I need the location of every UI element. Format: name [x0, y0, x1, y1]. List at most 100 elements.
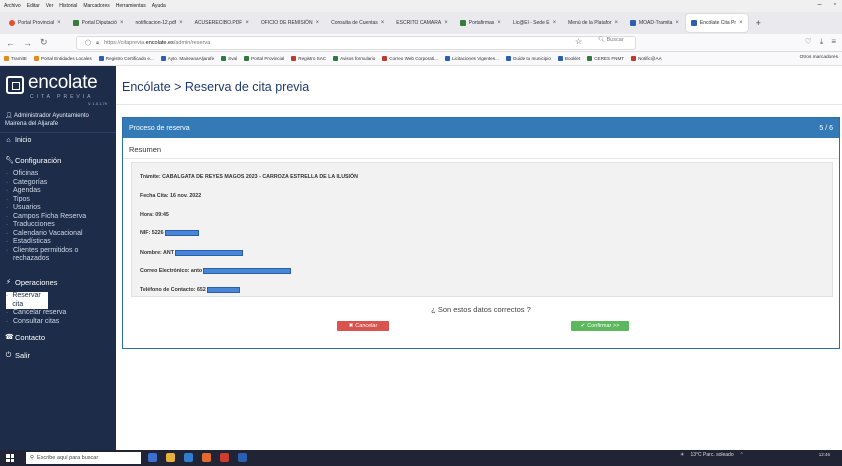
nav-calendario[interactable]: ◦ Calendario Vacacional: [6, 230, 114, 239]
nav-contacto[interactable]: ☎ Contacto: [5, 333, 45, 342]
acrobat-icon[interactable]: [220, 453, 229, 462]
folder-icon[interactable]: [166, 453, 175, 462]
close-tab-icon[interactable]: ×: [57, 20, 61, 26]
back-icon[interactable]: ←: [6, 38, 15, 48]
field-telefono: Teléfono de Contacto: 652: [140, 287, 240, 293]
section-configuracion[interactable]: 🔧︎ Configuración: [5, 156, 61, 165]
bookmark-item[interactable]: Portal Provincial: [244, 56, 284, 61]
menu-editar[interactable]: Editar: [27, 3, 40, 9]
new-tab-button[interactable]: +: [750, 18, 767, 28]
close-tab-icon[interactable]: ×: [120, 20, 124, 26]
site-icon: [629, 20, 636, 26]
tab-8[interactable]: Lic@El - Sede E ×: [508, 14, 561, 32]
windows-start-icon[interactable]: [6, 454, 14, 462]
tab-6[interactable]: ESCRITO CAMARA ×: [391, 14, 452, 32]
bookmark-item[interactable]: Notific@AA: [631, 56, 662, 61]
close-tab-icon[interactable]: ×: [553, 20, 557, 26]
close-tab-icon[interactable]: ×: [179, 20, 183, 26]
close-tab-icon[interactable]: ×: [444, 20, 448, 26]
network-icon[interactable]: ⌃: [740, 452, 744, 458]
nav-clientes[interactable]: ◦ Clientes permitidos o: [6, 247, 114, 256]
cancel-button[interactable]: ✖ Cancelar: [337, 321, 389, 331]
bookmark-item[interactable]: Registro Certificado e...: [98, 56, 154, 61]
bookmark-item[interactable]: Registro SAC: [291, 56, 326, 61]
close-tab-icon[interactable]: ×: [245, 20, 249, 26]
logo-mark-icon: [6, 76, 24, 94]
bookmark-item[interactable]: Booklet: [557, 56, 580, 61]
bookmark-item[interactable]: Ayto. MaireanaAljarafe: [160, 56, 214, 61]
bookmark-item[interactable]: CERES FNMT: [587, 56, 624, 61]
nav-reservar-cita[interactable]: ◦ Reservar cita: [6, 292, 48, 309]
clock[interactable]: 12:46: [819, 452, 830, 458]
bookmark-item[interactable]: Portal Entidades Locales: [33, 56, 92, 61]
logo[interactable]: encolate CITA PREVIA V. 1.0.1.79: [6, 72, 110, 108]
tab-1[interactable]: Portal Diputació ×: [68, 14, 129, 32]
nav-estadisticas[interactable]: ◦ Estadísticas: [6, 238, 114, 247]
word-icon[interactable]: [238, 453, 247, 462]
nav-clientes-cont[interactable]: rechazados: [6, 255, 114, 264]
nav-consultar-citas[interactable]: ◦ Consultar citas: [6, 318, 114, 327]
menu-herramientas[interactable]: Herramientas: [116, 3, 146, 9]
close-tab-icon[interactable]: ×: [675, 20, 679, 26]
close-tab-icon[interactable]: ×: [381, 20, 385, 26]
nav-traducciones[interactable]: ◦ Traducciones: [6, 221, 114, 230]
bookmark-item[interactable]: Licitaciones Vigentes...: [444, 56, 499, 61]
app-icon[interactable]: [148, 453, 157, 462]
bookmark-item[interactable]: Avisos formulario: [333, 56, 375, 61]
tab-10[interactable]: MOAD-Tramita ×: [625, 14, 684, 32]
pocket-icon[interactable]: ♡: [805, 37, 812, 47]
bookmark-item[interactable]: Correo Web Corporati...: [382, 56, 438, 61]
nav-categorias[interactable]: ◦ Categorías: [6, 179, 114, 188]
menu-marcadores[interactable]: Marcadores: [83, 3, 109, 9]
menu-ayuda[interactable]: Ayuda: [152, 3, 166, 9]
section-operaciones[interactable]: ⚡︎ Operaciones: [5, 278, 58, 287]
site-icon: [459, 20, 466, 26]
address-bar[interactable]: ◯ 🔒︎ https://citaprevia.encolate.es/admi…: [76, 36, 636, 50]
nav-oficinas[interactable]: ◦ Oficinas: [6, 170, 114, 179]
reload-icon[interactable]: ↻: [40, 37, 48, 48]
nav-usuarios[interactable]: ◦ Usuarios: [6, 204, 114, 213]
close-tab-icon[interactable]: ×: [497, 20, 501, 26]
panel-header: Proceso de reserva 5 / 6: [123, 118, 839, 138]
bookmark-item[interactable]: Guide tu municipio: [505, 56, 551, 61]
taskbar-search[interactable]: ⚲ Escribe aquí para buscar: [26, 452, 141, 464]
nav-cancelar-reserva[interactable]: ◦ Cancelar reserva: [6, 309, 114, 318]
tab-4[interactable]: OFICIO DE REMISIÓN ×: [256, 14, 324, 32]
close-tab-icon[interactable]: ×: [739, 20, 743, 26]
nav-campos-ficha[interactable]: ◦ Campos Ficha Reserva: [6, 213, 114, 222]
edge-icon[interactable]: [184, 453, 193, 462]
nav-agendas[interactable]: ◦ Agendas: [6, 187, 114, 196]
maximize-icon[interactable]: ▫: [834, 1, 836, 8]
forward-icon[interactable]: →: [23, 38, 32, 48]
download-icon[interactable]: ⤓: [820, 37, 824, 47]
confirm-button[interactable]: ✔ Confirmar >>: [571, 321, 629, 331]
bookmark-star-icon[interactable]: ☆: [575, 37, 582, 46]
tab-5[interactable]: Consulta de Cuentas ×: [326, 14, 389, 32]
bookmark-item[interactable]: Sval: [221, 56, 237, 61]
minimize-icon[interactable]: –: [818, 1, 822, 8]
confirm-question: ¿ Son estos datos correctos ?: [431, 305, 531, 314]
search-input[interactable]: 🔍︎ Buscar: [598, 37, 624, 43]
logo-subtitle: CITA PREVIA: [30, 94, 94, 100]
menu-historial[interactable]: Historial: [59, 3, 77, 9]
nav-inicio[interactable]: ⌂ Inicio: [5, 137, 31, 144]
menu-ver[interactable]: Ver: [46, 3, 54, 9]
tab-11-active[interactable]: Encólate Cita Pr ×: [685, 14, 748, 32]
config-menu: ◦ Oficinas ◦ Categorías ◦ Agendas ◦ Tipos ◦ U…: [6, 170, 114, 264]
tab-9[interactable]: Menú de la Platafor ×: [563, 14, 623, 32]
tab-0[interactable]: Portal Provincial ×: [4, 14, 66, 32]
tab-3[interactable]: ACUSERECIBO.PDF ×: [190, 14, 254, 32]
firefox-icon[interactable]: [202, 453, 211, 462]
close-tab-icon[interactable]: ×: [614, 20, 618, 26]
reservation-panel: Proceso de reserva 5 / 6 Resumen Trámite…: [122, 117, 840, 349]
bookmark-item[interactable]: TramitE: [4, 56, 27, 61]
nav-tipos[interactable]: ◦ Tipos: [6, 196, 114, 205]
menu-archivo[interactable]: Archivo: [4, 3, 21, 9]
close-tab-icon[interactable]: ×: [316, 20, 320, 26]
menu-icon[interactable]: ≡: [831, 37, 836, 47]
bolt-icon: ⚡︎: [6, 279, 11, 286]
nav-salir[interactable]: ⏻ Salir: [5, 351, 30, 360]
tab-2[interactable]: notificacion-12.pdf ×: [130, 14, 187, 32]
other-bookmarks[interactable]: Otros marcadores: [800, 55, 838, 60]
tab-7[interactable]: Portafirmas ×: [455, 14, 506, 32]
